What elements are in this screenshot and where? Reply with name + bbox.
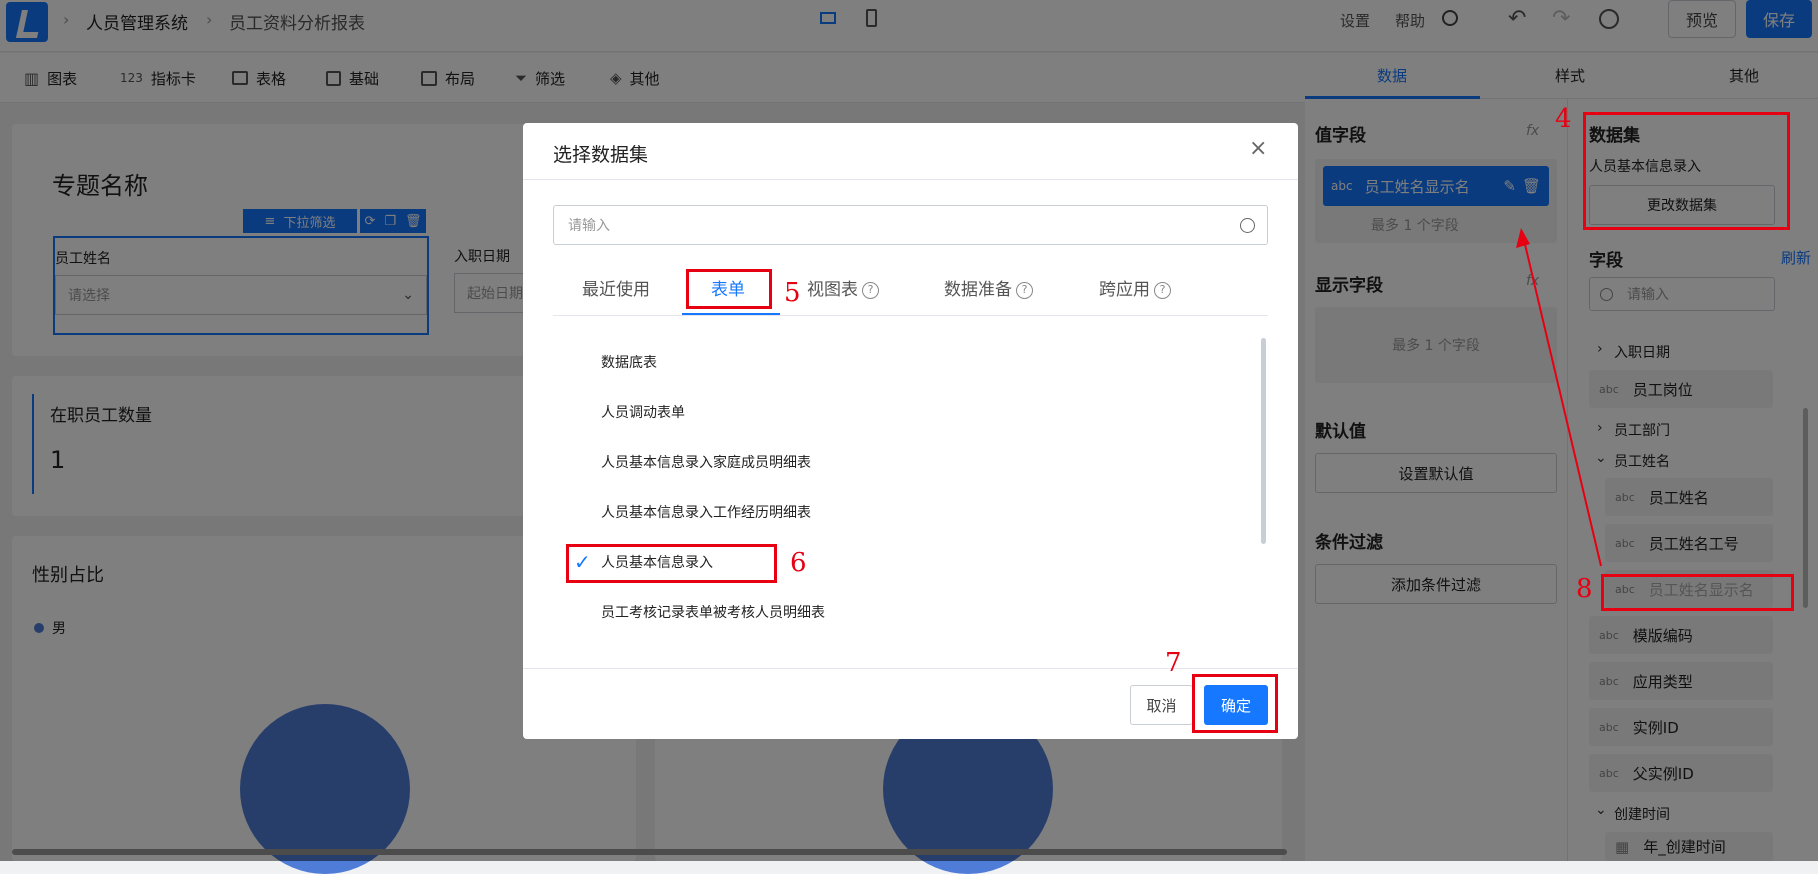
annotation-arrow-head: [1516, 228, 1530, 248]
annotation-arrow-line: [1523, 239, 1602, 567]
annotation-arrow: [1516, 228, 1602, 567]
